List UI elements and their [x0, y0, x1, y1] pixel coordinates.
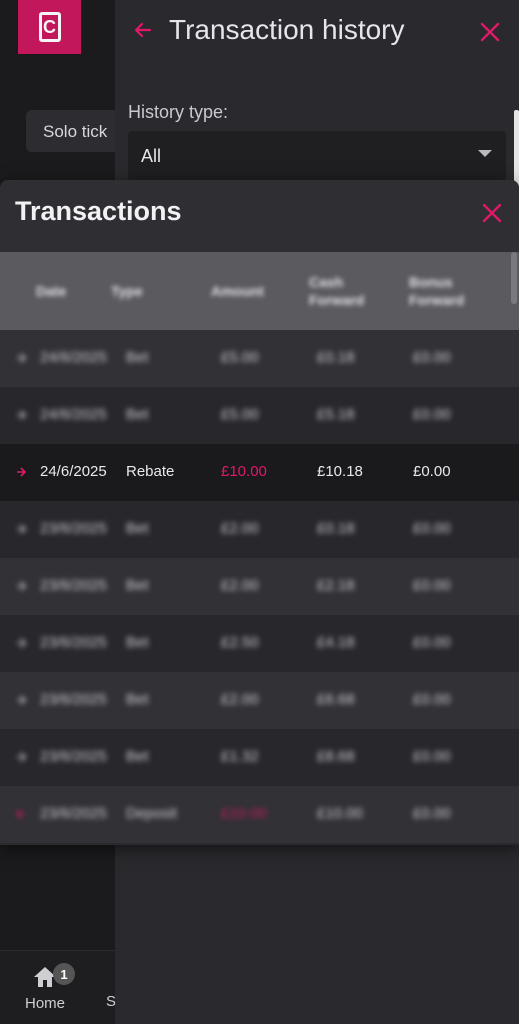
table-body: 24/6/2025 Bet £5.00 £0.18 £0.00 24/6/202…: [0, 330, 519, 843]
table-row[interactable]: 24/6/2025 Bet £5.00 £0.18 £0.00: [0, 330, 519, 387]
logo-icon: C: [38, 12, 61, 42]
cell-bonus-forward: £0.00: [413, 349, 451, 366]
cell-amount: £2.50: [221, 634, 259, 651]
panel-title: Transaction history: [169, 14, 405, 45]
nav-home-label: Home: [24, 995, 65, 1012]
cell-date: 23/6/2025: [40, 577, 107, 594]
cell-type: Bet: [126, 349, 149, 366]
history-type-select[interactable]: All: [128, 131, 506, 181]
arrow-right-icon: [17, 524, 26, 534]
cell-date: 23/6/2025: [40, 691, 107, 708]
cell-date: 24/6/2025: [40, 349, 107, 366]
app-logo[interactable]: C: [18, 0, 81, 54]
cell-type: Deposit: [126, 805, 177, 822]
cell-cash-forward: £0.18: [317, 520, 355, 537]
table-row[interactable]: 23/6/2025 Bet £1.32 £8.68 £0.00: [0, 729, 519, 786]
cell-cash-forward: £0.18: [317, 349, 355, 366]
cell-amount: £10.00: [221, 463, 267, 480]
table-row[interactable]: 23/6/2025 Bet £2.00 £2.18 £0.00: [0, 558, 519, 615]
cell-cash-forward: £5.18: [317, 406, 355, 423]
modal-scrollbar[interactable]: [511, 252, 517, 304]
notification-badge: 1: [53, 963, 75, 985]
table-row-rebate[interactable]: 24/6/2025 Rebate £10.00 £10.18 £0.00: [0, 444, 519, 501]
table-row[interactable]: 24/6/2025 Bet £5.00 £5.18 £0.00: [0, 387, 519, 444]
cell-cash-forward: £2.18: [317, 577, 355, 594]
cell-type: Bet: [126, 577, 149, 594]
cell-amount: £2.00: [221, 520, 259, 537]
table-row[interactable]: 23/6/2025 Bet £2.00 £0.18 £0.00: [0, 501, 519, 558]
column-header-amount[interactable]: Amount: [211, 282, 264, 300]
arrow-right-icon: [17, 353, 26, 363]
cell-type: Bet: [126, 634, 149, 651]
cell-bonus-forward: £0.00: [413, 463, 451, 480]
panel-header: Transaction history: [115, 0, 519, 64]
table-row[interactable]: 23/6/2025 Deposit £10.00 £10.00 £0.00: [0, 786, 519, 843]
history-type-value: All: [141, 146, 162, 166]
cell-cash-forward: £10.18: [317, 463, 363, 480]
arrow-left-icon: [16, 809, 25, 819]
cell-date: 23/6/2025: [40, 634, 107, 651]
cell-type: Bet: [126, 520, 149, 537]
cell-bonus-forward: £0.00: [413, 406, 451, 423]
modal-title: Transactions: [15, 196, 182, 226]
column-header-cash-forward[interactable]: Forward: [309, 291, 364, 309]
cell-amount: £10.00: [221, 805, 267, 822]
cell-date: 24/6/2025: [40, 406, 107, 423]
arrow-right-icon: [17, 410, 26, 420]
column-header-date[interactable]: Date: [36, 282, 66, 300]
cell-amount: £5.00: [221, 406, 259, 423]
arrow-left-icon[interactable]: [133, 20, 153, 40]
transactions-modal: Transactions Date Type Amount Cash Forwa…: [0, 180, 519, 845]
cell-bonus-forward: £0.00: [413, 748, 451, 765]
cell-type: Bet: [126, 406, 149, 423]
cell-date: 23/6/2025: [40, 748, 107, 765]
arrow-right-icon: [17, 695, 26, 705]
cell-bonus-forward: £0.00: [413, 577, 451, 594]
transactions-table: Date Type Amount Cash Forward Bonus Forw…: [0, 252, 519, 845]
cell-bonus-forward: £0.00: [413, 805, 451, 822]
cell-cash-forward: £6.68: [317, 691, 355, 708]
history-type-label: History type:: [128, 102, 229, 122]
cell-amount: £5.00: [221, 349, 259, 366]
modal-header: Transactions: [0, 180, 519, 252]
cell-type: Bet: [126, 748, 149, 765]
cell-amount: £2.00: [221, 577, 259, 594]
column-header-cash[interactable]: Cash: [309, 273, 343, 291]
cell-date: 24/6/2025: [40, 463, 107, 480]
arrow-right-icon: [17, 638, 26, 648]
cell-type: Rebate: [126, 463, 175, 480]
arrow-right-icon: [17, 581, 26, 591]
column-header-bonus-forward[interactable]: Forward: [409, 291, 464, 309]
column-header-type[interactable]: Type: [111, 282, 143, 300]
cell-bonus-forward: £0.00: [413, 691, 451, 708]
cell-amount: £2.00: [221, 691, 259, 708]
cell-cash-forward: £8.68: [317, 748, 355, 765]
cell-cash-forward: £4.18: [317, 634, 355, 651]
arrow-right-icon: [17, 467, 26, 477]
cell-bonus-forward: £0.00: [413, 634, 451, 651]
caret-down-icon: [478, 150, 492, 157]
nav-home[interactable]: 1 Home: [20, 963, 75, 1019]
cell-amount: £1.32: [221, 748, 259, 765]
column-header-bonus[interactable]: Bonus: [409, 273, 453, 291]
close-icon[interactable]: [481, 202, 503, 224]
cell-cash-forward: £10.00: [317, 805, 363, 822]
solo-ticket-chip[interactable]: Solo tick: [26, 110, 126, 152]
close-icon[interactable]: [479, 21, 501, 43]
cell-bonus-forward: £0.00: [413, 520, 451, 537]
cell-date: 23/6/2025: [40, 805, 107, 822]
table-header: Date Type Amount Cash Forward Bonus Forw…: [0, 252, 519, 330]
cell-date: 23/6/2025: [40, 520, 107, 537]
arrow-right-icon: [17, 752, 26, 762]
cell-type: Bet: [126, 691, 149, 708]
table-row[interactable]: 23/6/2025 Bet £2.00 £6.68 £0.00: [0, 672, 519, 729]
table-row[interactable]: 23/6/2025 Bet £2.50 £4.18 £0.00: [0, 615, 519, 672]
